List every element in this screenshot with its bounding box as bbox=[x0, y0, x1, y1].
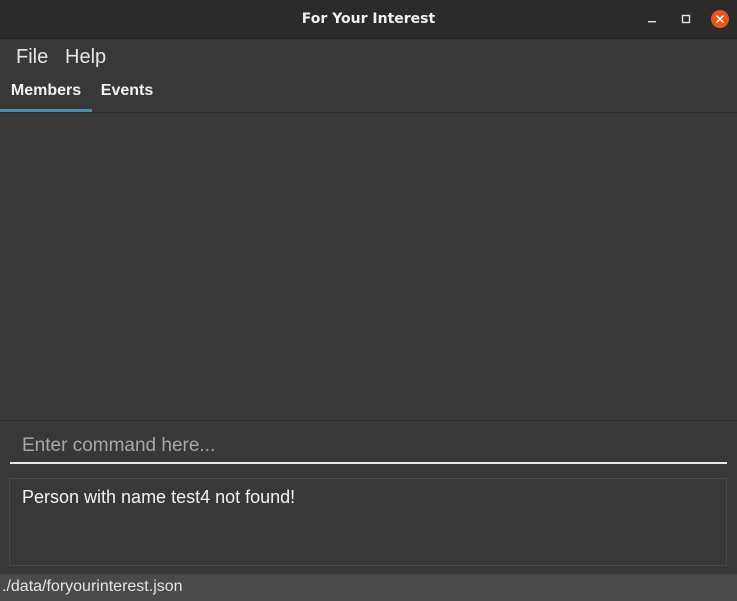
data-file-path: ./data/foryourinterest.json bbox=[2, 578, 183, 595]
command-input[interactable] bbox=[10, 430, 727, 464]
minimize-icon bbox=[648, 21, 656, 23]
tab-events[interactable]: Events bbox=[92, 75, 162, 109]
status-bar: ./data/foryourinterest.json bbox=[0, 573, 737, 601]
result-display[interactable]: Person with name test4 not found! bbox=[9, 478, 727, 566]
maximize-icon bbox=[681, 14, 691, 24]
result-message: Person with name test4 not found! bbox=[22, 487, 296, 507]
maximize-button[interactable] bbox=[676, 9, 696, 29]
minimize-button[interactable] bbox=[642, 9, 662, 29]
menu-file[interactable]: File bbox=[16, 43, 48, 71]
close-button[interactable] bbox=[710, 9, 730, 29]
app-window: For Your Interest File Help Members Even… bbox=[0, 0, 737, 601]
command-box bbox=[0, 421, 737, 473]
menu-bar: File Help bbox=[0, 39, 737, 75]
close-icon bbox=[716, 15, 724, 23]
tab-bar: Members Events bbox=[0, 75, 737, 113]
title-bar: For Your Interest bbox=[0, 0, 737, 39]
window-title: For Your Interest bbox=[301, 11, 436, 27]
close-circle bbox=[711, 10, 729, 28]
tab-members[interactable]: Members bbox=[0, 75, 92, 112]
menu-help[interactable]: Help bbox=[65, 43, 106, 71]
members-list-panel[interactable] bbox=[0, 113, 737, 421]
